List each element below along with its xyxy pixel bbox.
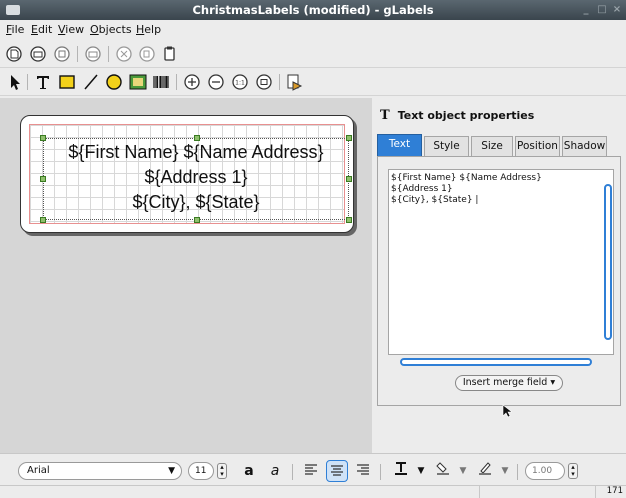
align-right-icon[interactable] [352,460,374,482]
window-title: ChristmasLabels (modified) - gLabels [192,3,434,17]
menu-file[interactable]: File [6,23,24,36]
insert-merge-field-button[interactable]: Insert merge field ▾ [455,375,563,391]
minimize-icon[interactable]: _ [580,4,592,16]
menu-view[interactable]: View [58,23,84,36]
text-object-icon: T [380,108,390,123]
new-icon[interactable] [4,44,24,64]
menubar: File Edit View Objects Help [0,20,626,40]
statusbar: 171 [0,485,626,498]
ellipse-tool-icon[interactable] [104,72,124,92]
tab-style[interactable]: Style [424,136,469,156]
maximize-icon[interactable]: □ [596,4,608,16]
text-editor-line: ${First Name} ${Name Address} [391,173,542,183]
tab-text[interactable]: Text [377,134,422,156]
close-icon[interactable]: × [611,4,623,16]
dropdown-arrow-icon: ▼ [168,466,175,476]
format-toolbar: Arial ▼ 11 ▴ ▾ a a ▼ ▼ ▼ 1.00 ▴ ▾ [0,453,626,485]
properties-title: Text object properties [397,109,535,122]
cut-icon[interactable] [114,44,134,64]
tab-size[interactable]: Size [471,136,513,156]
vertical-scrollbar[interactable] [603,170,613,354]
svg-text:1:1: 1:1 [235,80,245,87]
text-tool-icon[interactable] [33,72,53,92]
merge-properties-icon[interactable] [285,72,305,92]
resize-handle[interactable] [346,217,352,223]
label-outline[interactable]: ${First Name} ${Name Address} ${Address … [20,115,354,233]
drawing-toolbar: 1:1 [0,68,626,96]
dropdown-arrow-icon: ▾ [550,377,556,388]
resize-handle[interactable] [40,217,46,223]
text-editor-line: ${Address 1} [391,184,453,194]
resize-handle[interactable] [194,217,200,223]
paste-icon[interactable] [160,44,180,64]
dropdown-arrow-icon[interactable]: ▼ [452,460,474,482]
font-size-field[interactable]: 11 [188,462,214,480]
text-color-icon[interactable] [390,460,412,482]
menu-objects[interactable]: Objects [90,23,132,36]
properties-panel: T Text object properties Text Style Size … [372,98,626,453]
line-tool-icon[interactable] [81,72,101,92]
text-tab-panel: ${First Name} ${Name Address} ${Address … [377,156,621,406]
zoom-in-icon[interactable] [182,72,202,92]
bold-button[interactable]: a [238,460,260,482]
align-center-icon[interactable] [326,460,348,482]
menu-help[interactable]: Help [136,23,161,36]
main-toolbar [0,40,626,68]
dropdown-arrow-icon[interactable]: ▼ [494,460,516,482]
line-color-icon[interactable] [474,460,496,482]
mouse-pointer-icon [502,404,512,418]
text-editor[interactable]: ${First Name} ${Name Address} ${Address … [388,169,614,355]
text-editor-line: ${City}, ${State} | [391,195,479,205]
copy-icon[interactable] [137,44,157,64]
menu-edit[interactable]: Edit [31,23,52,36]
align-left-icon[interactable] [300,460,322,482]
zoom-out-icon[interactable] [206,72,226,92]
properties-header: T Text object properties [380,108,534,123]
zoom-readout: 171 [606,486,623,496]
box-tool-icon[interactable] [57,72,77,92]
tab-position[interactable]: Position [515,136,560,156]
scrollbar-thumb[interactable] [400,358,592,366]
label-line-3: ${City}, ${State} [132,192,260,212]
window-titlebar[interactable]: ChristmasLabels (modified) - gLabels _ □… [0,0,626,20]
resize-handle[interactable] [194,135,200,141]
image-tool-icon[interactable] [128,72,148,92]
line-width-field[interactable]: 1.00 [525,462,565,480]
scrollbar-thumb[interactable] [604,184,612,340]
open-icon[interactable] [28,44,48,64]
label-line-1: ${First Name} ${Name Address} [68,142,324,162]
resize-handle[interactable] [346,135,352,141]
line-width-spinner[interactable]: ▴ ▾ [568,463,578,479]
font-family-value: Arial [27,465,50,476]
dropdown-arrow-icon[interactable]: ▼ [410,460,432,482]
resize-handle[interactable] [40,135,46,141]
tab-shadow[interactable]: Shadow [562,136,607,156]
print-icon[interactable] [83,44,103,64]
horizontal-scrollbar[interactable] [388,357,614,367]
zoom-fit-icon[interactable] [254,72,274,92]
barcode-tool-icon[interactable] [151,72,171,92]
zoom-1to1-icon[interactable]: 1:1 [230,72,250,92]
italic-button[interactable]: a [264,460,286,482]
status-cell [479,486,596,498]
insert-merge-field-label: Insert merge field [462,377,548,388]
fill-color-icon[interactable] [432,460,454,482]
save-icon[interactable] [52,44,72,64]
select-arrow-icon[interactable] [4,72,24,92]
label-line-2: ${Address 1} [144,167,248,187]
font-family-select[interactable]: Arial ▼ [18,462,182,480]
font-size-spinner[interactable]: ▴ ▾ [217,463,227,479]
text-object[interactable]: ${First Name} ${Name Address} ${Address … [40,135,352,223]
